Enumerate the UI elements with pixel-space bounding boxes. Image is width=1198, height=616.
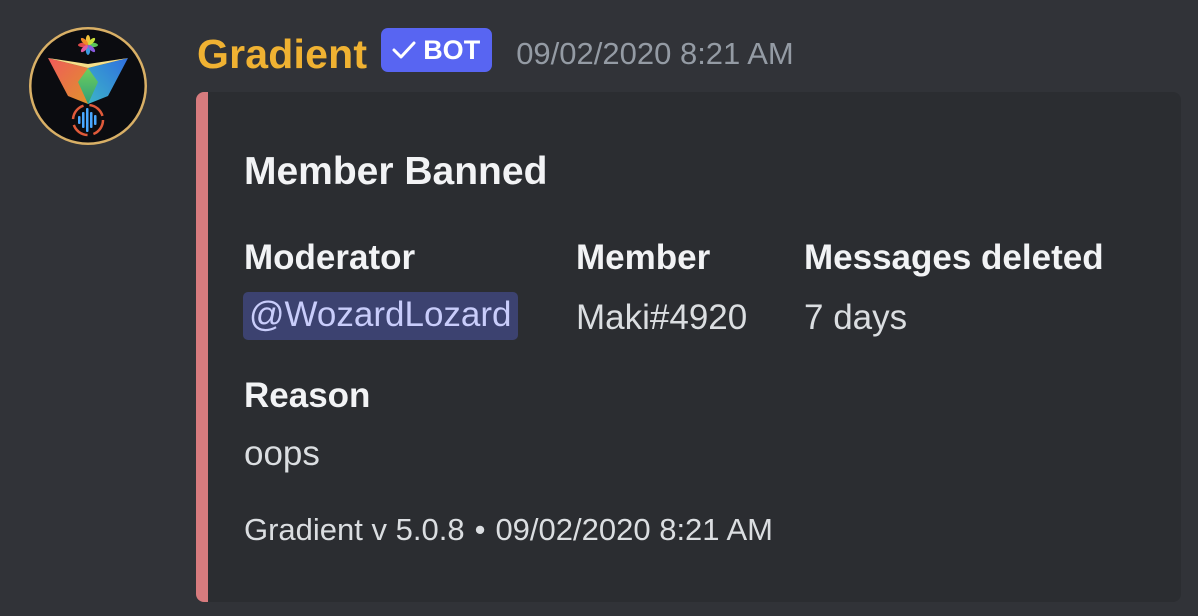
- author-name[interactable]: Gradient: [197, 31, 367, 78]
- footer-text: Gradient v 5.0.8: [244, 512, 465, 547]
- avatar[interactable]: [28, 26, 148, 146]
- embed-field-member: Member Maki#4920: [576, 238, 747, 338]
- field-name: Member: [576, 238, 711, 277]
- message-header: Gradient BOT 09/02/2020 8:21 AM: [197, 26, 794, 82]
- embed-footer: Gradient v 5.0.8 • 09/02/2020 8:21 AM: [244, 512, 773, 548]
- field-name: Moderator: [244, 238, 416, 277]
- footer-separator: •: [474, 512, 486, 547]
- message-timestamp[interactable]: 09/02/2020 8:21 AM: [516, 36, 794, 72]
- embed-field-messages-deleted: Messages deleted 7 days: [804, 238, 1104, 338]
- chat-message: Gradient BOT 09/02/2020 8:21 AM Member B…: [0, 0, 1198, 616]
- embed-title: Member Banned: [244, 150, 548, 193]
- bot-tag: BOT: [381, 28, 493, 72]
- user-mention[interactable]: @WozardLozard: [243, 292, 518, 340]
- field-name: Reason: [244, 376, 371, 415]
- field-name: Messages deleted: [804, 238, 1104, 277]
- field-value: @WozardLozard: [243, 292, 518, 340]
- field-value: 7 days: [804, 298, 908, 337]
- field-value: oops: [244, 434, 320, 473]
- embed-field-reason: Reason oops: [244, 376, 370, 474]
- checkmark-icon: [392, 41, 416, 59]
- gradient-logo-icon: [29, 27, 147, 145]
- embed: Member Banned Moderator @WozardLozard Me…: [196, 92, 1181, 602]
- field-value: Maki#4920: [576, 298, 748, 337]
- bot-tag-label: BOT: [423, 34, 481, 65]
- footer-timestamp: 09/02/2020 8:21 AM: [495, 512, 773, 547]
- embed-field-moderator: Moderator @WozardLozard: [243, 238, 518, 340]
